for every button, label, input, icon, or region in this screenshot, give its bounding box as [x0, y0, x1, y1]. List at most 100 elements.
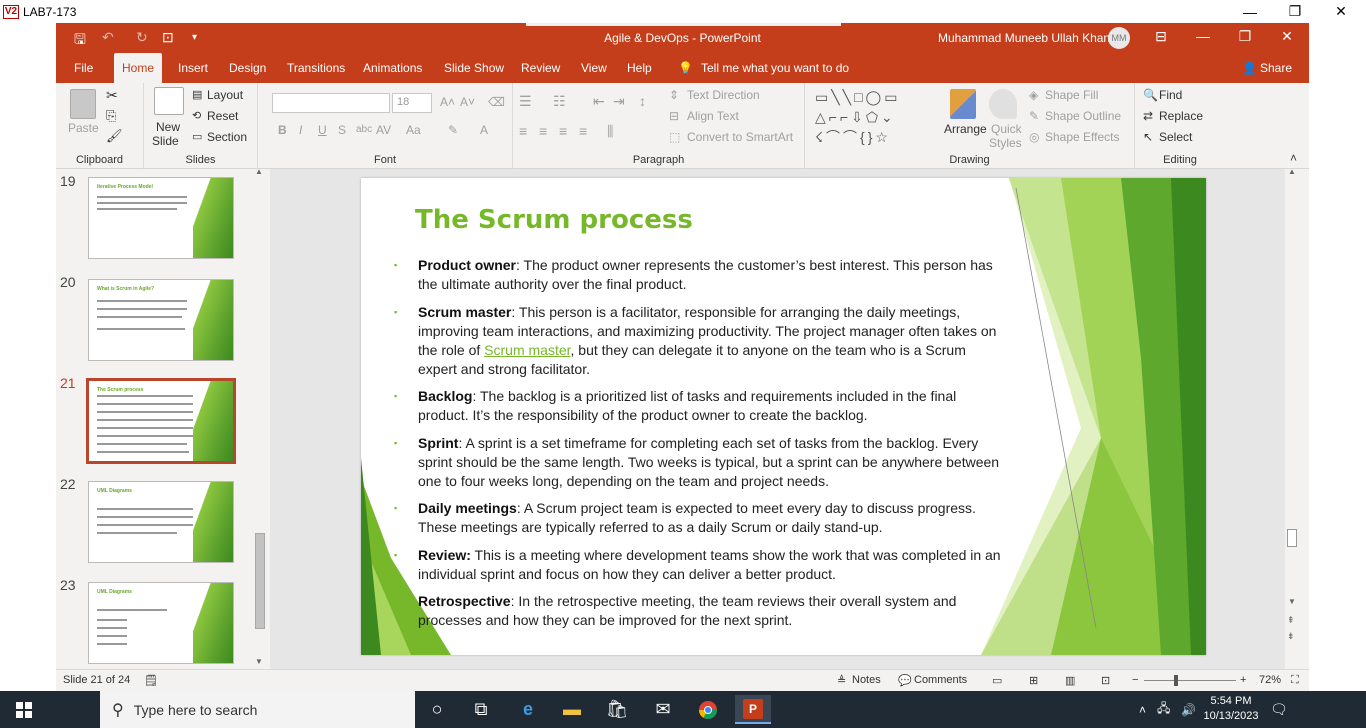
layout-button[interactable]: Layout — [207, 88, 243, 102]
strikethrough-icon[interactable]: abc — [356, 124, 372, 135]
replace-icon[interactable]: ⇄ — [1143, 109, 1153, 123]
find-button[interactable]: Find — [1159, 88, 1182, 102]
list-item[interactable]: Daily meetings: A Scrum project team is … — [391, 499, 1001, 537]
shadow-icon[interactable]: S — [338, 123, 346, 137]
normal-view-icon[interactable]: ▭ — [992, 674, 1002, 687]
bold-icon[interactable]: B — [278, 123, 287, 137]
change-case-icon[interactable]: Aa — [406, 123, 421, 137]
italic-icon[interactable]: I — [299, 123, 302, 137]
file-explorer-icon[interactable]: ▬ — [554, 695, 590, 724]
canvas-scrollbar[interactable]: ▲ ▼ ⇞ ⇟ — [1285, 167, 1299, 669]
paste-button[interactable]: Paste — [68, 121, 99, 135]
tab-help[interactable]: Help — [619, 53, 660, 83]
text-direction-icon[interactable]: ⇕ — [669, 88, 679, 102]
list-item[interactable]: Retrospective: In the retrospective meet… — [391, 592, 1001, 630]
zoom-level[interactable]: 72% — [1259, 674, 1281, 686]
decrease-indent-icon[interactable]: ⇤ — [593, 93, 605, 110]
scrollbar-thumb[interactable] — [255, 533, 265, 629]
scroll-up-icon[interactable]: ▲ — [255, 167, 263, 176]
outer-restore-button[interactable]: ❐ — [1272, 0, 1318, 23]
columns-icon[interactable]: ⫼ — [607, 123, 613, 140]
zoom-out-icon[interactable]: − — [1132, 674, 1138, 686]
copy-icon[interactable]: ⎘ — [106, 108, 116, 124]
powerpoint-taskbar-icon[interactable]: P — [735, 695, 771, 724]
tab-home[interactable]: Home — [114, 53, 163, 83]
tab-insert[interactable]: Insert — [170, 53, 216, 83]
list-item[interactable]: Backlog: The backlog is a prioritized li… — [391, 387, 1001, 425]
align-left-icon[interactable]: ≡ — [519, 123, 527, 139]
chrome-icon[interactable] — [690, 695, 726, 724]
smartart-icon[interactable]: ⬚ — [669, 130, 680, 144]
clock[interactable]: 5:54 PM 10/13/2023 — [1200, 694, 1262, 724]
replace-button[interactable]: Replace — [1159, 109, 1203, 123]
user-name[interactable]: Muhammad Muneeb Ullah Khan — [938, 31, 1110, 45]
reading-view-icon[interactable]: ▥ — [1065, 674, 1075, 687]
fit-to-window-icon[interactable]: ⛶ — [1291, 674, 1299, 687]
list-item[interactable]: Sprint: A sprint is a set timeframe for … — [391, 434, 1001, 491]
store-icon[interactable]: 🛍 — [599, 695, 635, 724]
avatar[interactable]: MM — [1108, 27, 1130, 49]
section-button[interactable]: Section — [207, 130, 247, 144]
align-text-icon[interactable]: ⊟ — [669, 109, 679, 123]
previous-slide-icon[interactable]: ⇞ — [1287, 615, 1295, 626]
slide-thumbnail-23[interactable]: UML Diagrams — [88, 582, 234, 664]
new-slide-icon[interactable] — [154, 87, 184, 115]
slide-sorter-icon[interactable]: ⊞ — [1029, 674, 1038, 687]
slide-thumbnail-21[interactable]: The Scrum process — [86, 378, 236, 464]
format-painter-icon[interactable]: 🖌 — [106, 128, 123, 144]
slide-title[interactable]: The Scrum process — [415, 205, 693, 235]
list-item[interactable]: Scrum master: This person is a facilitat… — [391, 303, 1001, 379]
character-spacing-icon[interactable]: AV — [376, 123, 391, 137]
find-icon[interactable]: 🔍 — [1143, 88, 1158, 102]
task-view-icon[interactable]: ⧉ — [463, 695, 499, 724]
highlight-icon[interactable]: ✎ — [448, 123, 458, 137]
quick-styles-icon[interactable] — [989, 89, 1017, 119]
zoom-slider[interactable] — [1144, 680, 1236, 681]
new-slide-button-line2[interactable]: Slide — [152, 134, 179, 148]
zoom-in-icon[interactable]: + — [1240, 674, 1246, 686]
comments-icon[interactable]: 💬 — [898, 674, 912, 687]
reset-icon[interactable]: ⟲ — [192, 109, 201, 122]
increase-font-icon[interactable]: A˄ — [440, 95, 455, 109]
notes-button[interactable]: Notes — [852, 674, 881, 686]
text-direction-button[interactable]: Text Direction — [687, 88, 760, 102]
accessibility-icon[interactable]: 🗒 — [144, 674, 158, 687]
cortana-icon[interactable]: ○ — [419, 695, 455, 724]
next-slide-icon[interactable]: ⇟ — [1287, 631, 1295, 642]
notifications-icon[interactable]: 🗨 — [1270, 691, 1288, 728]
shape-effects-button[interactable]: Shape Effects — [1045, 130, 1120, 144]
shape-effects-icon[interactable]: ◎ — [1029, 130, 1039, 144]
tell-me-search[interactable]: Tell me what you want to do — [693, 53, 857, 83]
volume-icon[interactable]: 🔊 — [1181, 691, 1196, 728]
start-button[interactable] — [0, 691, 48, 728]
tab-file[interactable]: File — [66, 53, 101, 83]
font-size-dropdown[interactable]: 18 — [392, 93, 432, 113]
tab-view[interactable]: View — [573, 53, 615, 83]
quick-styles-button-line2[interactable]: Styles — [989, 136, 1022, 150]
layout-icon[interactable]: ▤ — [192, 88, 202, 101]
network-icon[interactable]: 🖧 — [1157, 691, 1170, 728]
line-spacing-icon[interactable]: ↕ — [639, 93, 646, 109]
cut-icon[interactable]: ✂ — [106, 87, 118, 104]
mail-icon[interactable]: ✉ — [645, 695, 681, 724]
font-family-dropdown[interactable] — [272, 93, 390, 113]
search-input[interactable]: Type here to search — [134, 702, 258, 718]
tab-transitions[interactable]: Transitions — [279, 53, 353, 83]
slide-thumbnail-19[interactable]: Iterative Process Model — [88, 177, 234, 259]
shape-fill-button[interactable]: Shape Fill — [1045, 88, 1098, 102]
minimize-button[interactable]: — — [1188, 28, 1218, 44]
arrange-icon[interactable] — [950, 89, 976, 119]
scroll-down-icon[interactable]: ▼ — [255, 657, 263, 666]
close-button[interactable]: ✕ — [1272, 28, 1302, 45]
slide-bullet-list[interactable]: Product owner: The product owner represe… — [391, 256, 1001, 639]
slide-thumbnail-22[interactable]: UML Diagrams — [88, 481, 234, 563]
thumbnails-scrollbar[interactable]: ▲ ▼ — [253, 167, 265, 669]
current-slide[interactable]: The Scrum process Product owner: The pro… — [361, 178, 1206, 655]
list-item[interactable]: Product owner: The product owner represe… — [391, 256, 1001, 294]
scrum-master-link[interactable]: Scrum master — [484, 342, 570, 358]
reset-button[interactable]: Reset — [207, 109, 238, 123]
scroll-down-icon[interactable]: ▼ — [1288, 597, 1296, 606]
numbering-icon[interactable]: ☷ — [553, 93, 566, 110]
show-hidden-icons[interactable]: ˄ — [1139, 691, 1146, 728]
tab-animations[interactable]: Animations — [355, 53, 430, 83]
